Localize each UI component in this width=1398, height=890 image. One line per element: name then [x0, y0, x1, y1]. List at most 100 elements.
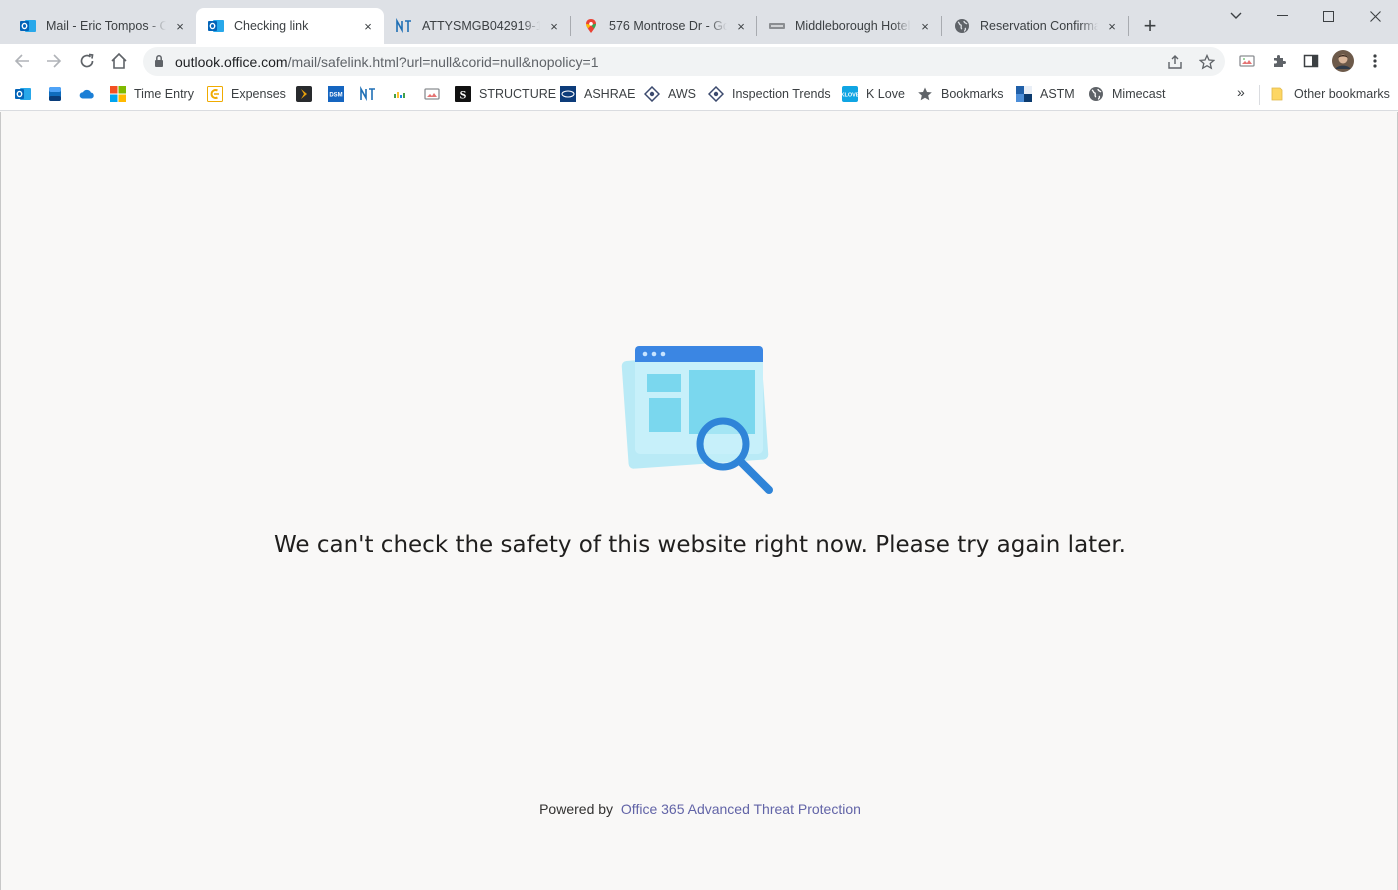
back-button[interactable] — [10, 49, 34, 73]
tab-google-maps[interactable]: 576 Montrose Dr - Google Maps × — [571, 8, 757, 44]
extension-picture-button[interactable] — [1236, 50, 1258, 72]
home-button[interactable] — [107, 49, 131, 73]
tab-title: 576 Montrose Dr - Google Maps — [609, 19, 727, 33]
bookmark-bookmarks[interactable]: Bookmarks — [917, 84, 1004, 104]
share-button[interactable] — [1165, 52, 1185, 72]
close-icon[interactable]: × — [917, 18, 933, 34]
bookmark-expenses[interactable]: Expenses — [207, 84, 286, 104]
bookmark-label: ASHRAE — [584, 87, 636, 101]
browser-toolbar: outlook.office.com/mail/safelink.html?ur… — [0, 44, 1398, 78]
bookmark-star-button[interactable] — [1197, 52, 1217, 72]
url-path: /mail/safelink.html?url=null&corid=null&… — [287, 54, 599, 70]
bookmark-image[interactable] — [424, 84, 440, 104]
bookmark-label: STRUCTURE — [479, 87, 557, 101]
bookmark-other-bookmarks[interactable]: Other bookmarks — [1270, 84, 1390, 104]
close-icon[interactable]: × — [1104, 18, 1120, 34]
tab-attysmgb[interactable]: ATTYSMGB042919-12 × — [384, 8, 570, 44]
close-icon[interactable]: × — [172, 18, 188, 34]
bookmarks-overflow-button[interactable]: » — [1237, 84, 1245, 100]
close-icon — [1369, 10, 1381, 22]
bookmark-k-love[interactable]: KLOVE K Love — [842, 84, 905, 104]
structure-icon: S — [455, 86, 471, 102]
lock-icon[interactable] — [153, 54, 165, 73]
bookmark-inspection-trends[interactable]: Inspection Trends — [708, 84, 831, 104]
close-icon[interactable]: × — [733, 18, 749, 34]
bookmark-astm[interactable]: ASTM — [1016, 84, 1075, 104]
globe-icon — [954, 18, 970, 34]
astm-icon — [1016, 86, 1032, 102]
tab-mail[interactable]: Mail - Eric Tompos - Outlook × — [8, 8, 196, 44]
bookmark-time-entry[interactable]: Time Entry — [110, 84, 194, 104]
address-url[interactable]: outlook.office.com/mail/safelink.html?ur… — [175, 54, 598, 70]
close-icon[interactable]: × — [546, 18, 562, 34]
globe-icon — [1088, 86, 1104, 102]
new-tab-button[interactable]: + — [1138, 13, 1162, 38]
bookmark-label: Other bookmarks — [1294, 87, 1390, 101]
tab-title: Checking link — [234, 19, 309, 33]
bookmark-aws[interactable]: AWS — [644, 84, 696, 104]
office-365-atp-link[interactable]: Office 365 Advanced Threat Protection — [621, 801, 861, 817]
bookmark-outlook[interactable] — [15, 84, 31, 104]
bookmark-label: Expenses — [231, 87, 286, 101]
dsm-icon: DSM — [328, 86, 344, 102]
outlook-icon — [20, 18, 36, 34]
bookmark-label: Mimecast — [1112, 87, 1166, 101]
svg-text:DSM: DSM — [329, 93, 342, 99]
page-content: We can't check the safety of this websit… — [0, 112, 1398, 890]
office-icon — [47, 86, 63, 102]
nta-icon — [360, 86, 376, 102]
powered-by-footer: Powered by Office 365 Advanced Threat Pr… — [1, 801, 1398, 817]
side-panel-button[interactable] — [1300, 50, 1322, 72]
share-icon — [1168, 55, 1182, 69]
diamond-icon — [708, 86, 724, 102]
svg-text:S: S — [460, 88, 467, 102]
picture-extension-icon — [1239, 55, 1255, 67]
chrome-menu-button[interactable] — [1364, 50, 1386, 72]
ashrae-icon — [560, 86, 576, 102]
home-icon — [111, 52, 127, 69]
reload-button[interactable] — [75, 49, 99, 73]
close-icon[interactable]: × — [360, 18, 376, 34]
bookmark-label: Inspection Trends — [732, 87, 831, 101]
bookmark-label: K Love — [866, 87, 905, 101]
bookmark-office[interactable] — [47, 84, 63, 104]
tab-strip: Mail - Eric Tompos - Outlook × Checking … — [0, 0, 1398, 44]
tab-middleborough-hotel[interactable]: Middleborough Hotel S × — [757, 8, 941, 44]
website-search-illustration — [619, 340, 779, 505]
bookmarks-bar: Time Entry Expenses DSM S STRUCTURE ASHR… — [0, 78, 1398, 111]
safety-check-message: We can't check the safety of this websit… — [273, 532, 1126, 558]
tab-checking-link[interactable]: Checking link × — [196, 8, 384, 44]
arrow-left-icon — [14, 54, 29, 68]
nta-icon — [396, 18, 412, 34]
tab-title: Mail - Eric Tompos - Outlook — [46, 19, 166, 33]
chart-icon — [392, 86, 408, 102]
bookmark-mimecast[interactable]: Mimecast — [1088, 84, 1165, 104]
bookmark-ashrae[interactable]: ASHRAE — [560, 84, 635, 104]
address-bar[interactable]: outlook.office.com/mail/safelink.html?ur… — [143, 47, 1225, 76]
folder-icon — [1270, 86, 1286, 102]
bookmark-chart[interactable] — [392, 84, 408, 104]
bookmark-onedrive[interactable] — [79, 84, 95, 104]
avatar-icon — [1332, 50, 1354, 72]
bookmark-structure[interactable]: S STRUCTURE — [455, 84, 556, 104]
google-maps-icon — [583, 18, 599, 34]
bookmarks-separator — [1259, 85, 1260, 105]
plex-icon — [296, 86, 312, 102]
tab-search-button[interactable] — [1213, 0, 1259, 32]
maximize-button[interactable] — [1305, 0, 1351, 32]
hilton-icon — [769, 18, 785, 34]
diamond-icon — [644, 86, 660, 102]
outlook-icon — [15, 86, 31, 102]
minimize-button[interactable] — [1259, 0, 1305, 32]
maximize-icon — [1322, 10, 1334, 22]
minimize-icon — [1276, 15, 1288, 16]
bookmark-nta[interactable] — [360, 84, 376, 104]
tab-reservation-confirmation[interactable]: Reservation Confirmation × — [942, 8, 1128, 44]
arrow-right-icon — [47, 54, 62, 68]
forward-button[interactable] — [42, 49, 66, 73]
extensions-button[interactable] — [1268, 50, 1290, 72]
profile-avatar[interactable] — [1332, 50, 1354, 72]
bookmark-dsm[interactable]: DSM — [328, 84, 344, 104]
close-window-button[interactable] — [1352, 0, 1398, 32]
bookmark-plex[interactable] — [296, 84, 312, 104]
